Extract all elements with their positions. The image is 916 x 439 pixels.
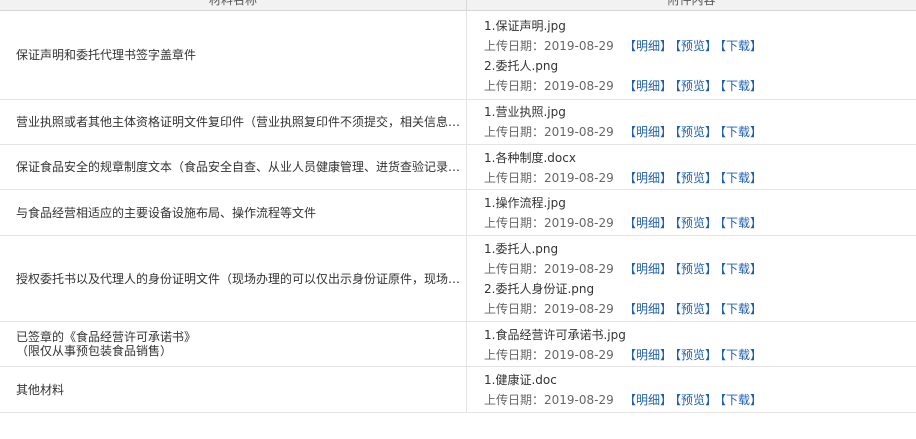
upload-date: 上传日期：2019-08-29: [484, 171, 614, 185]
detail-link[interactable]: 【明细】: [624, 348, 672, 362]
upload-date: 上传日期：2019-08-29: [484, 79, 614, 93]
attachment-list: 1.营业执照.jpg 上传日期：2019-08-29 【明细】 【预览】 【下载】: [484, 102, 904, 142]
detail-link[interactable]: 【明细】: [624, 125, 672, 139]
table-row: 保证声明和委托代理书签字盖章件 1.保证声明.jpg 上传日期：2019-08-…: [0, 11, 916, 100]
upload-date: 上传日期：2019-08-29: [484, 348, 614, 362]
upload-date: 上传日期：2019-08-29: [484, 302, 614, 316]
material-name: 保证食品安全的规章制度文本（食品安全自查、从业人员健康管理、进货查验记录…: [16, 160, 460, 174]
material-name: 与食品经营相适应的主要设备设施布局、操作流程等文件: [16, 205, 317, 220]
attachment-list: 1.委托人.png 上传日期：2019-08-29 【明细】 【预览】 【下载】 2.…: [484, 239, 904, 319]
attachment-list: 1.食品经营许可承诺书.jpg 上传日期：2019-08-29 【明细】 【预览】【…: [484, 325, 904, 365]
table-row: 营业执照或者其他主体资格证明文件复印件（营业执照复印件不须提交，相关信息… 1.…: [0, 100, 916, 145]
upload-date: 上传日期：2019-08-29: [484, 393, 614, 407]
table-row: 与食品经营相适应的主要设备设施布局、操作流程等文件 1.操作流程.jpg 上传日…: [0, 190, 916, 236]
download-link[interactable]: 【下载】: [720, 216, 762, 230]
material-name: 营业执照或者其他主体资格证明文件复印件（营业执照复印件不须提交，相关信息…: [16, 115, 460, 129]
file-name: 1.营业执照.jpg: [484, 105, 566, 119]
attachment-list: 1.保证声明.jpg 上传日期：2019-08-29 【明细】 【预览】 【下载】 2…: [484, 16, 904, 96]
detail-link[interactable]: 【明细】: [624, 302, 672, 316]
preview-link[interactable]: 【预览】: [675, 39, 717, 53]
attachment-list: 1.健康证.doc 上传日期：2019-08-29 【明细】 【预览】 【下载】: [484, 370, 904, 410]
header-material-name-label: 材料名称: [208, 0, 257, 7]
file-name: 1.食品经营许可承诺书.jpg: [484, 328, 626, 342]
preview-link[interactable]: 【预览】: [675, 393, 717, 407]
detail-link[interactable]: 【明细】: [624, 262, 672, 276]
preview-link[interactable]: 【预览】: [675, 302, 717, 316]
download-link[interactable]: 【下载】: [720, 125, 762, 139]
detail-link[interactable]: 【明细】: [624, 216, 672, 230]
file-name: 1.操作流程.jpg: [484, 196, 566, 210]
file-name: 2.委托人身份证.png: [484, 282, 595, 296]
download-link[interactable]: 【下载】: [720, 79, 762, 93]
material-name: 保证声明和委托代理书签字盖章件: [16, 48, 197, 62]
file-name: 1.健康证.doc: [484, 373, 557, 387]
download-link[interactable]: 【下载】: [720, 262, 762, 276]
upload-date: 上传日期：2019-08-29: [484, 216, 614, 230]
table-row: 授权委托书以及代理人的身份证明文件（现场办理的可以仅出示身份证原件，现场… 1.…: [0, 236, 916, 322]
upload-date: 上传日期：2019-08-29: [484, 125, 614, 139]
attachment-list: 1.各种制度.docx 上传日期：2019-08-29 【明细】 【预览】 【下载】: [484, 148, 904, 188]
download-link[interactable]: 【下载】: [720, 393, 762, 407]
preview-link[interactable]: 【预览】: [675, 216, 717, 230]
upload-date: 上传日期：2019-08-29: [484, 262, 614, 276]
preview-link[interactable]: 【预览】: [675, 171, 717, 185]
material-name: 授权委托书以及代理人的身份证明文件（现场办理的可以仅出示身份证原件，现场…: [16, 271, 460, 286]
file-name: 2.委托人.png: [484, 59, 559, 73]
file-name: 1.委托人.png: [484, 242, 559, 256]
detail-link[interactable]: 【明细】: [624, 171, 672, 185]
material-name: 其他材料: [16, 382, 65, 397]
preview-link[interactable]: 【预览】: [675, 79, 717, 93]
preview-link[interactable]: 【预览】: [675, 125, 717, 139]
file-name: 1.各种制度.docx: [484, 151, 576, 165]
detail-link[interactable]: 【明细】: [624, 79, 672, 93]
detail-link[interactable]: 【明细】: [624, 39, 672, 53]
header-attachment-content-label: 附件内容: [667, 0, 716, 7]
preview-link[interactable]: 【预览】: [675, 262, 717, 276]
header-material-name: 材料名称: [0, 0, 467, 10]
download-link[interactable]: 【下载】: [720, 348, 762, 362]
file-name: 1.保证声明.jpg: [484, 19, 566, 33]
detail-link[interactable]: 【明细】: [624, 393, 672, 407]
material-name: 已签章的《食品经营许可承诺书》 （限仅从事预包装食品销售）: [16, 330, 197, 358]
table-row: 保证食品安全的规章制度文本（食品安全自查、从业人员健康管理、进货查验记录… 1.…: [0, 145, 916, 190]
table-row: 已签章的《食品经营许可承诺书》 （限仅从事预包装食品销售） 1.食品经营许可承诺书…: [0, 322, 916, 367]
preview-link[interactable]: 【预览】: [675, 348, 717, 362]
download-link[interactable]: 【下载】: [720, 302, 762, 316]
table-header: 材料名称 附件内容: [0, 0, 916, 11]
download-link[interactable]: 【下载】: [720, 39, 762, 53]
table-row: 其他材料 1.健康证.doc 上传日期：2019-08-29 【明细】 【预览】 【下…: [0, 367, 916, 413]
download-link[interactable]: 【下载】: [720, 171, 762, 185]
upload-date: 上传日期：2019-08-29: [484, 39, 614, 53]
header-attachment-content: 附件内容: [467, 0, 916, 10]
attachment-list: 1.操作流程.jpg 上传日期：2019-08-29 【明细】 【预览】 【下载】: [484, 193, 904, 233]
